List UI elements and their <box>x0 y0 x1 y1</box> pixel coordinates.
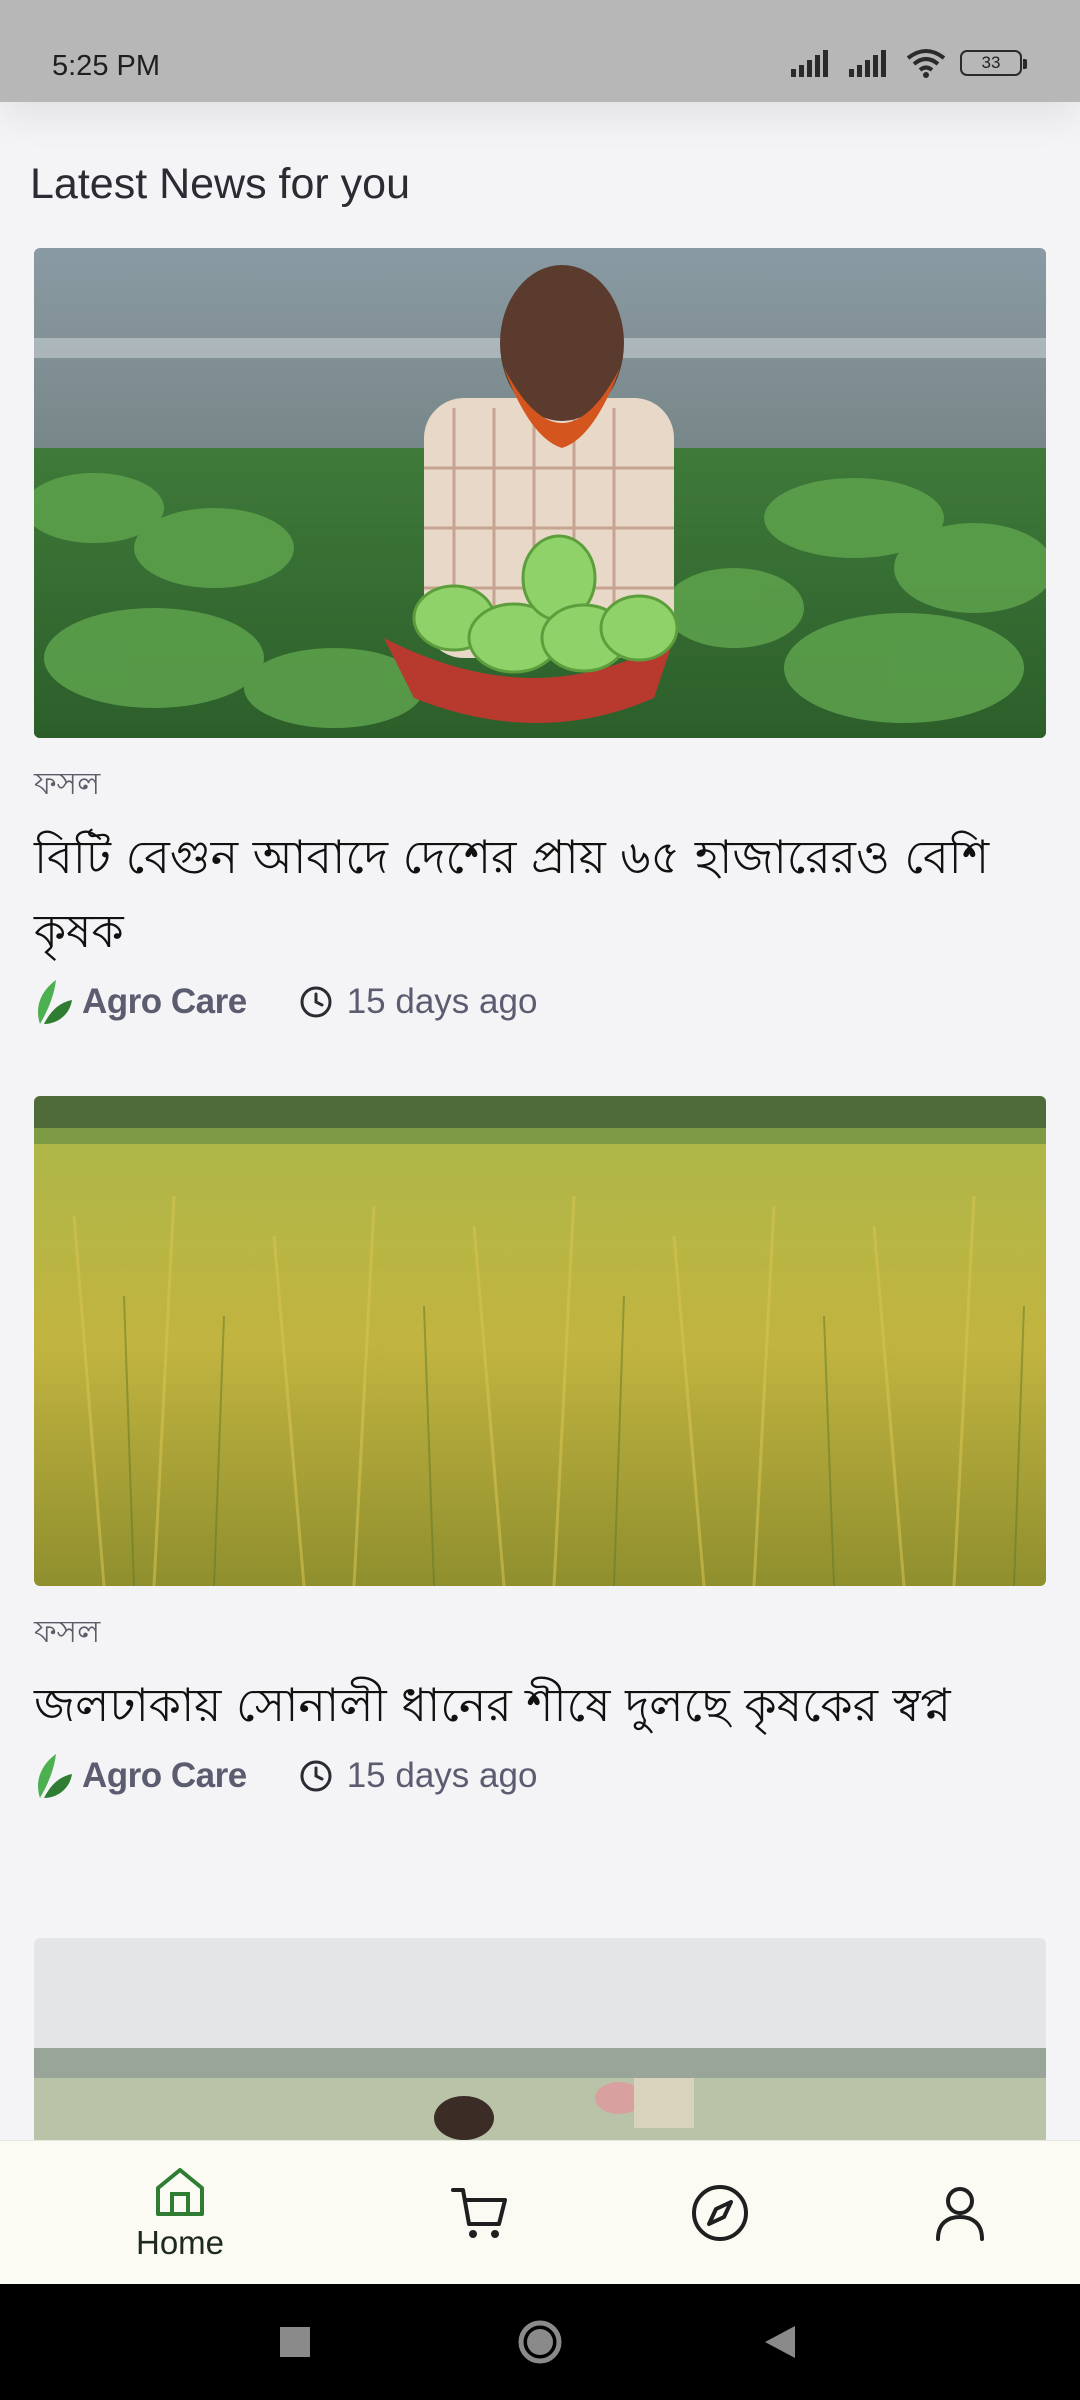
status-icons: 33 <box>790 48 1027 78</box>
source: Agro Care <box>34 1752 247 1800</box>
home-button[interactable] <box>495 2284 585 2400</box>
source-name: Agro Care <box>82 982 247 1021</box>
article-category: ফসল <box>34 766 101 802</box>
circle-icon <box>518 2320 562 2364</box>
source: Agro Care <box>34 978 247 1026</box>
home-icon <box>156 2168 204 2216</box>
timestamp: 15 days ago <box>299 1756 538 1796</box>
clock-icon <box>300 986 332 1018</box>
source-name: Agro Care <box>82 1756 247 1795</box>
nav-profile[interactable] <box>900 2141 1020 2285</box>
profile-icon <box>936 2187 984 2241</box>
time-ago: 15 days ago <box>346 1756 538 1795</box>
article-title[interactable]: জলঢাকায় সোনালী ধানের শীষে দুলছে কৃষকের … <box>34 1668 1046 1742</box>
news-card[interactable]: ফসল বিটি বেগুন আবাদে দেশের প্রায় ৬৫ হাজ… <box>34 248 1046 1032</box>
article-image[interactable] <box>34 1096 1046 1586</box>
cart-icon <box>451 2188 507 2238</box>
compass-icon <box>692 2185 748 2241</box>
signal-icon <box>791 50 828 77</box>
agro-care-logo-icon <box>37 1754 72 1798</box>
battery-icon: 33 <box>960 50 1027 76</box>
time-ago: 15 days ago <box>346 982 538 1021</box>
agro-care-logo-icon <box>37 980 72 1024</box>
article-meta: Agro Care 15 days ago <box>34 972 1046 1032</box>
system-nav-bar <box>0 2284 1080 2400</box>
nav-explore[interactable] <box>660 2141 780 2285</box>
timestamp: 15 days ago <box>299 982 538 1022</box>
bottom-nav: Home <box>0 2140 1080 2284</box>
recent-apps-button[interactable] <box>250 2284 340 2400</box>
section-title: Latest News for you <box>30 160 411 208</box>
battery-level: 33 <box>981 53 1001 72</box>
nav-home[interactable]: Home <box>120 2141 240 2285</box>
square-icon <box>280 2327 310 2357</box>
article-image[interactable] <box>34 248 1046 738</box>
article-meta: Agro Care 15 days ago <box>34 1746 1046 1806</box>
back-triangle-icon <box>765 2326 795 2358</box>
nav-cart[interactable] <box>420 2141 540 2285</box>
signal-icon <box>849 50 886 77</box>
wifi-icon <box>906 49 946 78</box>
status-time: 5:25 PM <box>52 50 160 82</box>
back-button[interactable] <box>735 2284 825 2400</box>
article-category: ফসল <box>34 1614 101 1650</box>
status-bar: 5:25 PM 33 <box>0 0 1080 102</box>
nav-home-label: Home <box>135 2224 225 2261</box>
clock-icon <box>300 1760 332 1792</box>
news-card[interactable]: ফসল জলঢাকায় সোনালী ধানের শীষে দুলছে কৃষ… <box>34 1096 1046 1806</box>
article-title[interactable]: বিটি বেগুন আবাদে দেশের প্রায় ৬৫ হাজারের… <box>34 820 1046 968</box>
